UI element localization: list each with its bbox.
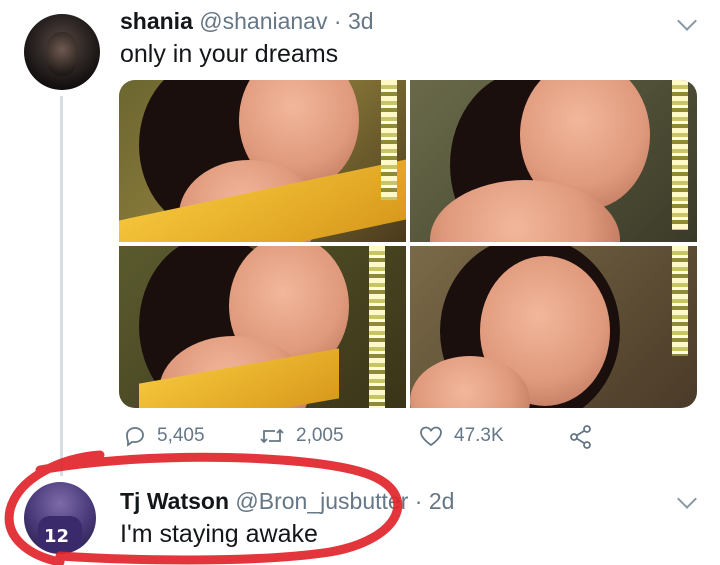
tweet-age[interactable]: 3d [348, 8, 374, 34]
reply-count: 5,405 [157, 425, 205, 446]
chevron-down-icon[interactable] [677, 489, 697, 509]
retweet-count: 2,005 [296, 425, 344, 446]
reply-text: I'm staying awake [120, 520, 318, 548]
tweet-actions-bar: 5,405 2,005 47.3K [0, 424, 720, 454]
reply-button[interactable]: 5,405 [123, 424, 205, 448]
media-photo[interactable] [119, 246, 406, 408]
media-photo[interactable] [410, 80, 697, 242]
retweet-icon [260, 428, 284, 444]
reply-age[interactable]: 2d [429, 488, 455, 514]
reply-author-handle[interactable]: @Bron_jusbutter [235, 488, 408, 514]
reply-author-name[interactable]: Tj Watson [120, 488, 229, 514]
reply-author-avatar[interactable]: 12 [24, 482, 96, 554]
like-icon [420, 426, 442, 447]
reply-header: Tj Watson @Bron_jusbutter · 2d [120, 488, 454, 515]
author-name[interactable]: shania [120, 8, 193, 34]
tweet-header: shania @shanianav · 3d [120, 8, 374, 35]
avatar-face [46, 32, 78, 76]
share-icon [570, 425, 591, 449]
author-handle[interactable]: @shanianav [199, 8, 327, 34]
tweet-media-grid [119, 80, 697, 408]
like-count: 47.3K [454, 425, 504, 446]
tweet-text: only in your dreams [120, 40, 339, 68]
meta-separator: · [327, 8, 348, 34]
author-avatar[interactable] [24, 14, 100, 90]
retweet-button[interactable]: 2,005 [258, 424, 344, 448]
thread-connector-line [60, 96, 63, 476]
chevron-down-icon[interactable] [677, 11, 697, 31]
media-photo[interactable] [410, 246, 697, 408]
media-photo[interactable] [119, 80, 406, 242]
meta-separator: · [408, 488, 429, 514]
like-button[interactable]: 47.3K [418, 424, 504, 448]
reply-icon [126, 427, 144, 447]
share-button[interactable] [568, 424, 604, 450]
avatar-jersey-number: 12 [44, 526, 70, 547]
